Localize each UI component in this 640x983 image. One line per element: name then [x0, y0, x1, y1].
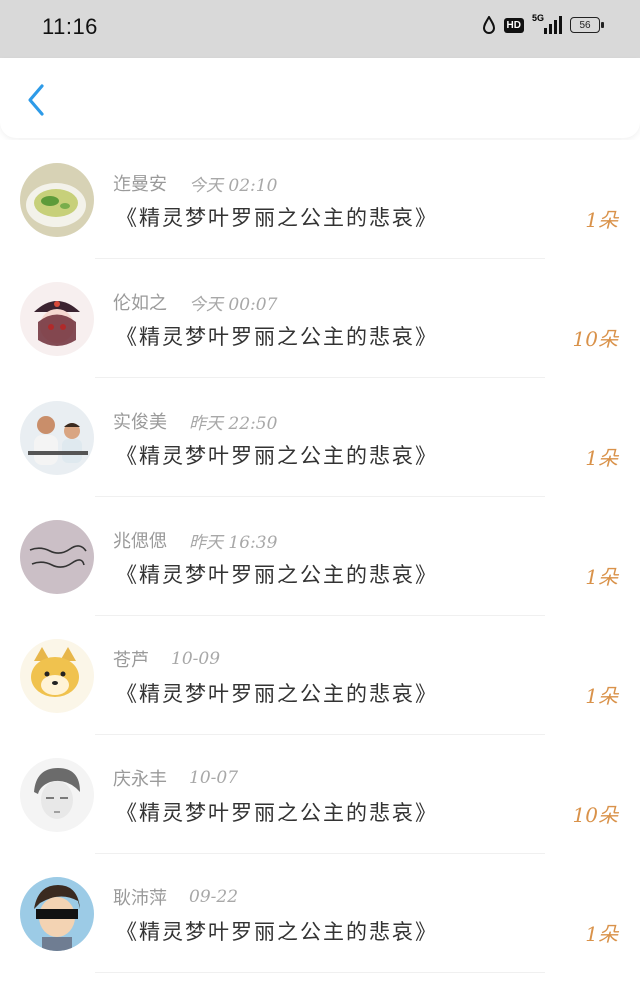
- battery-level: 56: [579, 19, 591, 31]
- message-time: 10-07: [189, 768, 239, 788]
- avatar[interactable]: [20, 639, 94, 713]
- message-title: 《精灵梦叶罗丽之公主的悲哀》: [116, 444, 438, 468]
- sender-name: 庆永丰: [113, 769, 167, 790]
- list-item[interactable]: 庆永丰 10-07 《精灵梦叶罗丽之公主的悲哀》 10朵: [0, 735, 640, 854]
- network-type: 5G: [532, 13, 545, 23]
- list-item[interactable]: 迮曼安 今天 02:10 《精灵梦叶罗丽之公主的悲哀》 1朵: [0, 140, 640, 259]
- avatar[interactable]: [20, 163, 94, 237]
- status-icons: HD 5G 56: [482, 13, 604, 34]
- message-time: 10-09: [171, 649, 221, 669]
- drop-icon: [482, 16, 496, 34]
- status-time: 11:16: [42, 14, 98, 39]
- sender-name: 耿沛萍: [113, 888, 167, 909]
- back-button[interactable]: [18, 80, 54, 120]
- flower-count: 10朵: [572, 327, 618, 351]
- divider: [95, 972, 545, 973]
- message-title: 《精灵梦叶罗丽之公主的悲哀》: [116, 325, 438, 349]
- list-item[interactable]: 兆偲偲 昨天 16:39 《精灵梦叶罗丽之公主的悲哀》 1朵: [0, 497, 640, 616]
- flower-count: 1朵: [585, 208, 618, 232]
- message-time: 昨天 16:39: [189, 532, 278, 553]
- flower-count: 1朵: [585, 565, 618, 589]
- flower-count: 1朵: [585, 684, 618, 708]
- avatar[interactable]: [20, 758, 94, 832]
- list-item[interactable]: 耿沛萍 09-22 《精灵梦叶罗丽之公主的悲哀》 1朵: [0, 854, 640, 973]
- avatar[interactable]: [20, 877, 94, 951]
- flower-count: 10朵: [572, 803, 618, 827]
- battery-icon: 56: [570, 17, 604, 33]
- list-item[interactable]: 苍芦 10-09 《精灵梦叶罗丽之公主的悲哀》 1朵: [0, 616, 640, 735]
- sender-name: 迮曼安: [113, 174, 167, 195]
- avatar[interactable]: [20, 520, 94, 594]
- message-title: 《精灵梦叶罗丽之公主的悲哀》: [116, 920, 438, 944]
- chevron-left-icon: [28, 84, 44, 116]
- nav-header: [0, 58, 640, 138]
- list-item[interactable]: 实俊美 昨天 22:50 《精灵梦叶罗丽之公主的悲哀》 1朵: [0, 378, 640, 497]
- sender-name: 苍芦: [113, 650, 149, 671]
- message-list: 迮曼安 今天 02:10 《精灵梦叶罗丽之公主的悲哀》 1朵 伦如之 今天 00…: [0, 140, 640, 983]
- sender-name: 伦如之: [113, 293, 167, 314]
- message-title: 《精灵梦叶罗丽之公主的悲哀》: [116, 682, 438, 706]
- avatar[interactable]: [20, 282, 94, 356]
- message-time: 09-22: [189, 887, 239, 907]
- avatar[interactable]: [20, 401, 94, 475]
- message-time: 昨天 22:50: [189, 413, 278, 434]
- sender-name: 实俊美: [113, 412, 167, 433]
- message-title: 《精灵梦叶罗丽之公主的悲哀》: [116, 563, 438, 587]
- flower-count: 1朵: [585, 446, 618, 470]
- status-bar: 11:16 HD 5G 56: [0, 0, 640, 58]
- signal-icon: 5G: [532, 13, 562, 34]
- flower-count: 1朵: [585, 922, 618, 946]
- message-time: 今天 02:10: [189, 175, 278, 196]
- sender-name: 兆偲偲: [113, 531, 167, 552]
- hd-icon: HD: [503, 17, 524, 33]
- message-title: 《精灵梦叶罗丽之公主的悲哀》: [116, 801, 438, 825]
- message-time: 今天 00:07: [189, 294, 278, 315]
- message-title: 《精灵梦叶罗丽之公主的悲哀》: [116, 206, 438, 230]
- list-item[interactable]: 伦如之 今天 00:07 《精灵梦叶罗丽之公主的悲哀》 10朵: [0, 259, 640, 378]
